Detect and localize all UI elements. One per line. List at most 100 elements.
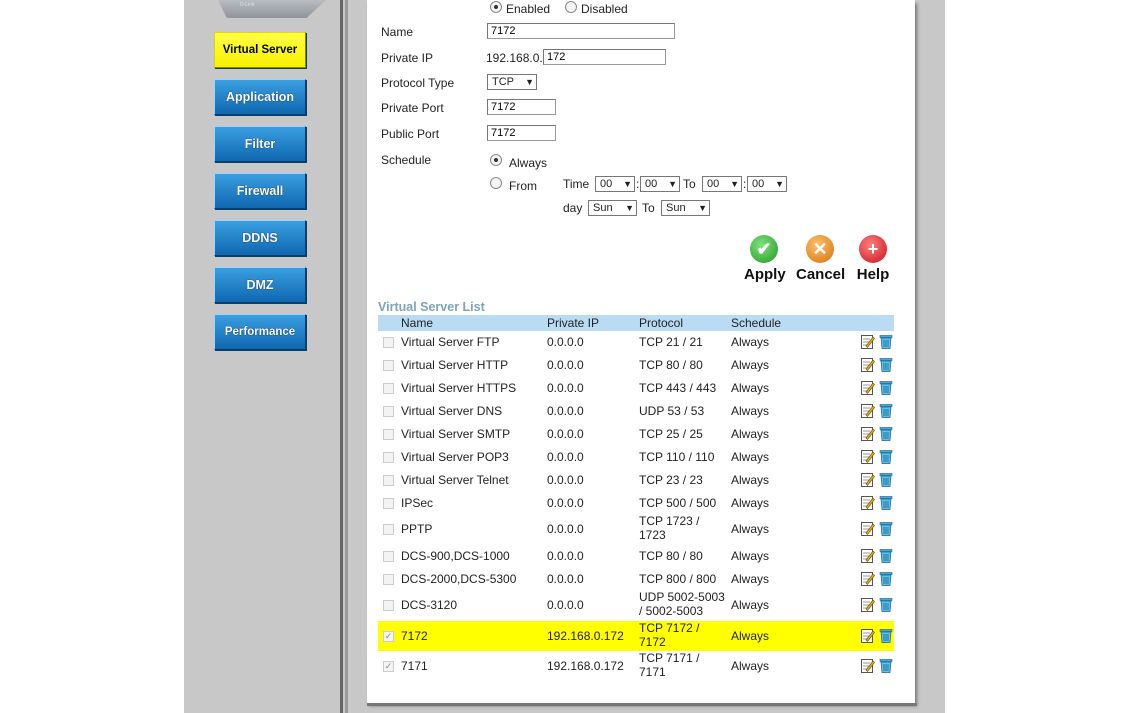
row-checkbox[interactable]: [383, 406, 394, 417]
trash-icon[interactable]: [879, 628, 893, 643]
time-from-hour-select[interactable]: 00 ▼: [595, 176, 635, 192]
row-checkbox[interactable]: [383, 452, 394, 463]
trash-icon[interactable]: [879, 380, 893, 395]
name-input[interactable]: [487, 23, 675, 39]
trash-icon[interactable]: [879, 658, 893, 673]
edit-icon[interactable]: [861, 597, 875, 612]
private-ip-prefix: 192.168.0.: [486, 51, 543, 65]
row-checkbox[interactable]: [383, 574, 394, 585]
trash-icon[interactable]: [879, 426, 893, 441]
row-schedule: Always: [731, 522, 770, 536]
row-checkbox[interactable]: [383, 498, 394, 509]
row-name: IPSec: [401, 496, 434, 510]
row-private-ip: 0.0.0.0: [547, 427, 584, 441]
row-protocol: TCP 7171 / 7171: [639, 651, 700, 679]
trash-icon[interactable]: [879, 334, 893, 349]
row-checkbox[interactable]: [383, 524, 394, 535]
edit-icon[interactable]: [861, 472, 875, 487]
time-to-label: To: [683, 177, 696, 191]
edit-icon[interactable]: [861, 658, 875, 673]
table-row: DCS-3120 0.0.0.0 UDP 5002-5003 / 5002-5003…: [378, 590, 894, 620]
edit-icon[interactable]: [861, 380, 875, 395]
private-ip-label: Private IP: [381, 51, 434, 65]
edit-icon[interactable]: [861, 403, 875, 418]
row-schedule: Always: [731, 549, 770, 563]
edit-icon[interactable]: [861, 548, 875, 563]
disabled-radio[interactable]: [565, 1, 577, 13]
nav-performance-button[interactable]: Performance: [214, 314, 306, 350]
day-to-select[interactable]: Sun ▼: [661, 200, 710, 216]
row-checkbox[interactable]: ✓: [383, 661, 394, 672]
trash-icon[interactable]: [879, 495, 893, 510]
private-ip-input[interactable]: [543, 49, 666, 65]
edit-icon[interactable]: [861, 495, 875, 510]
chevron-down-icon: ▼: [623, 179, 632, 189]
edit-icon[interactable]: [861, 426, 875, 441]
row-schedule: Always: [731, 629, 770, 643]
row-checkbox[interactable]: [383, 360, 394, 371]
apply-button[interactable]: ✔ Apply: [744, 235, 786, 283]
enabled-radio[interactable]: [490, 1, 502, 13]
row-checkbox[interactable]: [383, 600, 394, 611]
chevron-down-icon: ▼: [775, 179, 784, 189]
edit-icon[interactable]: [861, 449, 875, 464]
row-checkbox[interactable]: ✓: [383, 631, 394, 642]
row-protocol: TCP 7172 / 7172: [639, 621, 700, 649]
chevron-down-icon: ▼: [525, 77, 534, 87]
table-row: DCS-900,DCS-1000 0.0.0.0 TCP 80 / 80 Always: [378, 547, 894, 565]
row-name: Virtual Server POP3: [401, 450, 509, 464]
trash-icon[interactable]: [879, 571, 893, 586]
row-private-ip: 192.168.0.172: [547, 629, 624, 643]
row-checkbox[interactable]: [383, 337, 394, 348]
cancel-button[interactable]: ✕ Cancel: [796, 235, 845, 283]
trash-icon[interactable]: [879, 357, 893, 372]
nav-ddns-button[interactable]: DDNS: [214, 220, 306, 256]
table-row: Virtual Server POP3 0.0.0.0 TCP 110 / 110 A…: [378, 448, 894, 466]
public-port-input[interactable]: [487, 125, 556, 141]
edit-icon[interactable]: [861, 357, 875, 372]
public-port-label: Public Port: [381, 127, 440, 141]
edit-icon[interactable]: [861, 571, 875, 586]
row-checkbox[interactable]: [383, 383, 394, 394]
trash-icon[interactable]: [879, 521, 893, 536]
row-checkbox[interactable]: [383, 551, 394, 562]
row-schedule: Always: [731, 496, 770, 510]
time-to-hour-select[interactable]: 00 ▼: [702, 176, 742, 192]
nav-application-button[interactable]: Application: [214, 79, 306, 115]
protocol-type-select[interactable]: TCP ▼: [487, 74, 537, 90]
edit-icon[interactable]: [861, 521, 875, 536]
nav-virtual-server-button[interactable]: Virtual Server: [214, 32, 306, 68]
row-checkbox[interactable]: [383, 429, 394, 440]
schedule-from-radio[interactable]: [490, 177, 502, 189]
trash-icon[interactable]: [879, 472, 893, 487]
trash-icon[interactable]: [879, 548, 893, 563]
table-row: PPTP 0.0.0.0 TCP 1723 / 1723 Always: [378, 514, 894, 544]
schedule-always-radio[interactable]: [490, 154, 502, 166]
edit-icon[interactable]: [861, 334, 875, 349]
row-schedule: Always: [731, 427, 770, 441]
divider: [345, 0, 348, 713]
row-schedule: Always: [731, 358, 770, 372]
row-protocol: TCP 443 / 443: [639, 381, 717, 395]
nav-firewall-button[interactable]: Firewall: [214, 173, 306, 209]
row-private-ip: 0.0.0.0: [547, 549, 584, 563]
table-row: IPSec 0.0.0.0 TCP 500 / 500 Always: [378, 494, 894, 512]
row-private-ip: 0.0.0.0: [547, 404, 584, 418]
row-private-ip: 0.0.0.0: [547, 598, 584, 612]
header-protocol: Protocol: [639, 316, 684, 330]
table-row: ✓ 7171 192.168.0.172 TCP 7171 / 7171 Always: [378, 651, 894, 681]
trash-icon[interactable]: [879, 597, 893, 612]
nav-filter-button[interactable]: Filter: [214, 126, 306, 162]
trash-icon[interactable]: [879, 403, 893, 418]
help-button[interactable]: + Help: [856, 235, 890, 283]
private-port-input[interactable]: [487, 99, 556, 115]
edit-icon[interactable]: [861, 628, 875, 643]
check-icon: ✔: [750, 235, 778, 263]
nav-dmz-button[interactable]: DMZ: [214, 267, 306, 303]
trash-icon[interactable]: [879, 449, 893, 464]
time-to-min-select[interactable]: 00 ▼: [747, 176, 787, 192]
day-from-select[interactable]: Sun ▼: [588, 200, 637, 216]
time-from-min-select[interactable]: 00 ▼: [640, 176, 680, 192]
row-protocol: TCP 21 / 21: [639, 335, 703, 349]
row-checkbox[interactable]: [383, 475, 394, 486]
